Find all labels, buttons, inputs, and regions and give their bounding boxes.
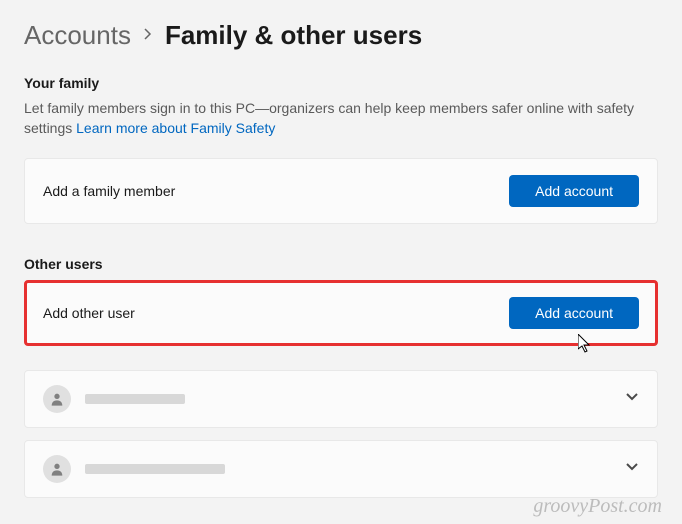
add-other-user-label: Add other user — [43, 305, 135, 321]
other-users-section: Other users Add other user Add account — [24, 256, 658, 498]
breadcrumb: Accounts Family & other users — [24, 20, 658, 51]
chevron-right-icon — [143, 25, 153, 46]
add-other-account-button[interactable]: Add account — [509, 297, 639, 329]
chevron-down-icon — [625, 390, 639, 409]
breadcrumb-current: Family & other users — [165, 20, 422, 51]
learn-more-link[interactable]: Learn more about Family Safety — [76, 120, 275, 136]
other-users-title: Other users — [24, 256, 658, 272]
user-row[interactable] — [24, 440, 658, 498]
user-row[interactable] — [24, 370, 658, 428]
your-family-desc: Let family members sign in to this PC—or… — [24, 99, 658, 138]
user-name-redacted — [85, 464, 225, 474]
person-icon — [43, 455, 71, 483]
breadcrumb-parent[interactable]: Accounts — [24, 20, 131, 51]
add-family-account-button[interactable]: Add account — [509, 175, 639, 207]
person-icon — [43, 385, 71, 413]
watermark: groovyPost.com — [533, 495, 662, 518]
your-family-section: Your family Let family members sign in t… — [24, 75, 658, 224]
your-family-title: Your family — [24, 75, 658, 91]
add-family-member-card: Add a family member Add account — [24, 158, 658, 224]
chevron-down-icon — [625, 460, 639, 479]
add-other-user-card: Add other user Add account — [24, 280, 658, 346]
user-name-redacted — [85, 394, 185, 404]
add-family-member-label: Add a family member — [43, 183, 175, 199]
